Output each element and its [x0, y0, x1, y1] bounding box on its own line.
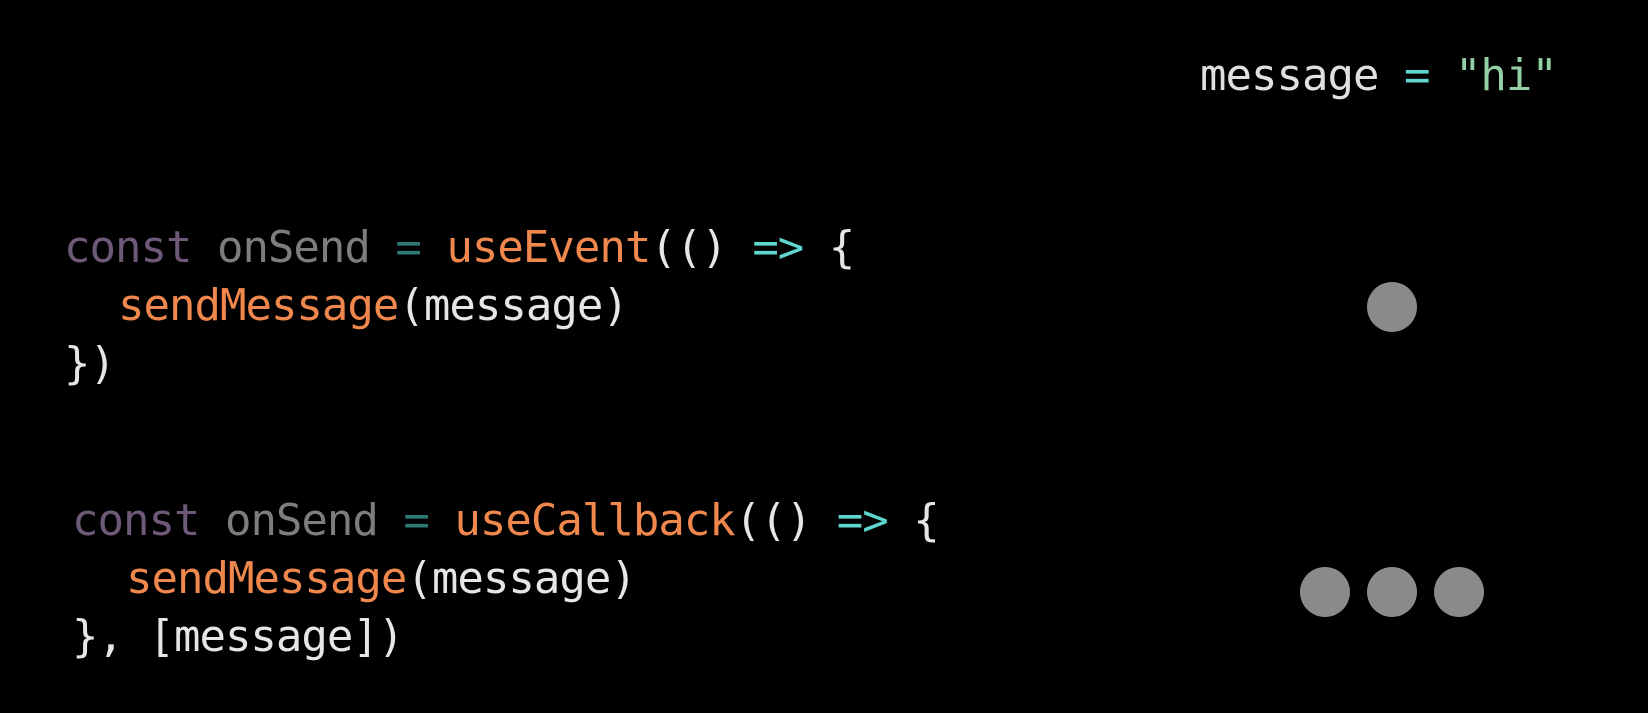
- const-keyword: const: [64, 222, 192, 273]
- callback-instance-dot-1: [1300, 567, 1350, 617]
- message-variable: message: [1200, 50, 1379, 101]
- arrow-operator: =>: [752, 222, 804, 273]
- on-send-identifier: onSend: [224, 495, 379, 546]
- message-assignment: message = "hi": [1200, 46, 1558, 106]
- use-event-line-2: sendMessage(message): [118, 276, 629, 336]
- callback-instance-dot-2: [1367, 567, 1417, 617]
- const-keyword: const: [72, 495, 200, 546]
- send-message-function: sendMessage: [118, 280, 399, 331]
- message-value: "hi": [1454, 50, 1558, 101]
- open-brace: {: [828, 222, 855, 273]
- assign-operator: =: [403, 495, 429, 546]
- open-paren: ((): [650, 222, 727, 273]
- use-event-function: useEvent: [446, 222, 651, 273]
- code-slide: message = "hi" const onSend = useEvent((…: [0, 0, 1648, 713]
- use-callback-line-2: sendMessage(message): [126, 549, 637, 609]
- arrow-operator: =>: [836, 495, 889, 546]
- event-instance-dot: [1367, 282, 1417, 332]
- use-event-line-1: const onSend = useEvent(() => {: [64, 218, 855, 278]
- send-message-args: (message): [406, 553, 636, 604]
- open-brace: {: [913, 495, 939, 546]
- closing-brace-deps: }, [message]): [72, 611, 404, 662]
- use-callback-function: useCallback: [454, 495, 735, 546]
- use-callback-line-1: const onSend = useCallback(() => {: [72, 491, 940, 551]
- send-message-function: sendMessage: [126, 553, 407, 604]
- open-paren: ((): [734, 495, 812, 546]
- use-event-line-3: }): [64, 334, 116, 394]
- equals-sign: =: [1403, 50, 1430, 101]
- use-callback-line-3: }, [message]): [72, 607, 404, 667]
- on-send-identifier: onSend: [216, 222, 371, 273]
- closing-brace: }): [64, 338, 116, 389]
- send-message-args: (message): [398, 280, 628, 331]
- callback-instance-dot-3: [1434, 567, 1484, 617]
- assign-operator: =: [395, 222, 421, 273]
